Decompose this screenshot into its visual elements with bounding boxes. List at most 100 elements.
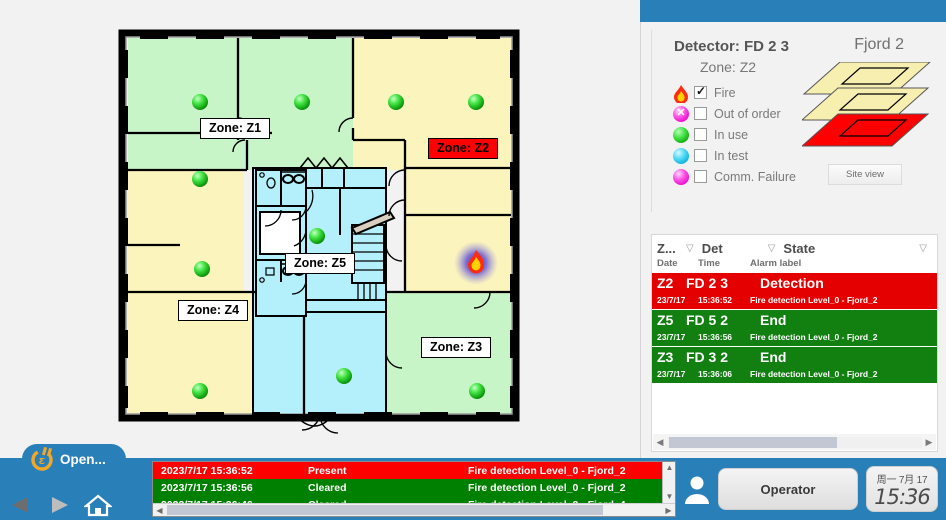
svg-text:Ƹ: Ƹ [39, 457, 45, 466]
zone-label-z5[interactable]: Zone: Z5 [285, 253, 356, 274]
table-row[interactable]: Z5 FD 5 2 End 23/7/17 15:36:56 Fire dete… [652, 310, 937, 346]
app-logo-icon: Ƹ [30, 446, 56, 474]
site-view-button[interactable]: Site view [828, 164, 902, 185]
legend-row-fire[interactable]: Fire [670, 82, 796, 104]
row-time: 15:36:56 [698, 332, 733, 342]
row-zone: Z5 [657, 312, 674, 328]
bottom-bar: Ƹ Open... 2023/7/17 15:36:52 Present Fir… [0, 444, 946, 520]
detector-fire-alarm[interactable] [454, 241, 498, 285]
scroll-left-icon[interactable]: ◀ [153, 506, 166, 515]
row-state: End [760, 349, 787, 365]
scroll-up-icon[interactable]: ▲ [663, 462, 675, 474]
legend-row-out-of-order[interactable]: Out of order [670, 103, 796, 124]
open-button[interactable]: Ƹ Open... [22, 444, 126, 474]
detector-in-use [294, 94, 310, 110]
col-header-date: Date [657, 257, 678, 269]
scroll-track[interactable] [667, 436, 922, 448]
log-state: Cleared [308, 481, 347, 494]
col-header-alarm-label: Alarm label [750, 257, 802, 269]
right-panel: Detector: FD 2 3 Zone: Z2 Fjord 2 ✓ Fire… [640, 22, 946, 458]
legend-row-in-use[interactable]: In use [670, 124, 796, 145]
back-arrow-icon[interactable] [8, 494, 34, 520]
open-button-label: Open... [60, 451, 106, 467]
col-header-time: Time [698, 257, 721, 269]
row-state: Detection [760, 275, 824, 291]
forward-arrow-icon[interactable] [46, 494, 72, 520]
home-icon[interactable] [82, 493, 114, 520]
row-time: 15:36:06 [698, 369, 733, 379]
log-datetime: 2023/7/17 15:36:52 [161, 464, 253, 477]
col-header-det[interactable]: Det [694, 241, 768, 256]
legend-label-comm-failure: Comm. Failure [714, 169, 796, 184]
in-test-checkbox[interactable] [694, 149, 707, 162]
log-label: Fire detection Level_0 - Fjord_2 [468, 481, 626, 494]
clock-widget[interactable]: 周一 7月 17 15:36 [866, 466, 938, 512]
legend-row-comm-failure[interactable]: Comm. Failure [670, 166, 796, 187]
col-header-state[interactable]: State [775, 241, 919, 256]
row-date: 23/7/17 [657, 369, 686, 379]
row-det: FD 5 2 [686, 312, 729, 328]
row-alarm-label: Fire detection Level_0 - Fjord_2 [750, 369, 878, 379]
floorplan-panel[interactable]: Zone: Z1 Zone: Z2 Zone: Z5 Zone: Z4 Zone… [0, 0, 640, 436]
table-row[interactable]: Z2 FD 2 3 Detection 23/7/17 15:36:52 Fir… [652, 273, 937, 309]
comm-failure-checkbox[interactable] [694, 170, 707, 183]
fire-checkbox[interactable] [694, 84, 707, 99]
x-circle-icon [670, 104, 692, 124]
row-date: 23/7/17 [657, 332, 686, 342]
detector-in-use [309, 228, 325, 244]
detector-in-use [469, 383, 485, 399]
filter-icon-zone[interactable]: ▽ [686, 243, 694, 254]
scroll-down-icon[interactable]: ▼ [663, 491, 675, 503]
clock-time: 15:36 [874, 485, 931, 509]
detector-in-use [468, 94, 484, 110]
log-vscrollbar[interactable]: ▲ ▼ [662, 462, 675, 503]
log-hscrollbar[interactable]: ◀ ▶ [153, 503, 675, 516]
zone-fills [128, 38, 511, 415]
cyan-sphere-icon [670, 146, 692, 166]
status-legend: Fire Out of order In use [670, 82, 796, 187]
detector-in-use [192, 171, 208, 187]
log-row[interactable]: 2023/7/17 15:36:56 Cleared Fire detectio… [153, 479, 675, 496]
zone-label-z2[interactable]: Zone: Z2 [428, 138, 499, 159]
floorplan-drawing[interactable] [0, 0, 640, 436]
row-time: 15:36:52 [698, 295, 733, 305]
row-alarm-label: Fire detection Level_0 - Fjord_2 [750, 332, 878, 342]
zone-label-z1[interactable]: Zone: Z1 [200, 118, 271, 139]
scroll-thumb[interactable] [167, 505, 604, 515]
detector-in-use [388, 94, 404, 110]
zone-label-z4[interactable]: Zone: Z4 [178, 300, 249, 321]
scroll-thumb[interactable] [669, 436, 838, 448]
in-use-checkbox[interactable] [694, 128, 707, 141]
log-datetime: 2023/7/17 15:36:56 [161, 481, 253, 494]
scroll-right-icon[interactable]: ▶ [662, 506, 675, 515]
zone-label-z3[interactable]: Zone: Z3 [421, 337, 492, 358]
event-table-body[interactable]: Z2 FD 2 3 Detection 23/7/17 15:36:52 Fir… [652, 273, 937, 433]
filter-icon-det[interactable]: ▽ [768, 243, 776, 254]
scroll-left-icon[interactable]: ◀ [653, 437, 667, 448]
person-icon[interactable] [682, 474, 712, 511]
magenta-sphere-icon [670, 167, 692, 187]
scroll-right-icon[interactable]: ▶ [922, 437, 936, 448]
legend-row-in-test[interactable]: In test [670, 145, 796, 166]
row-alarm-label: Fire detection Level_0 - Fjord_2 [750, 295, 878, 305]
table-row[interactable]: Z3 FD 3 2 End 23/7/17 15:36:06 Fire dete… [652, 347, 937, 383]
event-table[interactable]: Z... ▽ Det ▽ State ▽ Date Time Alarm lab… [651, 234, 938, 452]
col-header-zone[interactable]: Z... [652, 241, 686, 256]
floor-stack-diagram[interactable] [800, 61, 932, 157]
log-state: Present [308, 464, 347, 477]
detector-in-use [194, 261, 210, 277]
clock-date: 周一 7月 17 [876, 475, 928, 486]
out-of-order-checkbox[interactable] [694, 107, 707, 120]
operator-button[interactable]: Operator [718, 468, 858, 510]
scroll-track[interactable] [166, 505, 662, 515]
legend-label-fire: Fire [714, 85, 736, 100]
legend-label-out-of-order: Out of order [714, 106, 781, 121]
event-log-panel[interactable]: 2023/7/17 15:36:52 Present Fire detectio… [152, 461, 676, 517]
event-table-header: Z... ▽ Det ▽ State ▽ Date Time Alarm lab… [652, 235, 937, 271]
legend-label-in-use: In use [714, 127, 749, 142]
filter-icon-state[interactable]: ▽ [919, 243, 937, 254]
row-det: FD 2 3 [686, 275, 729, 291]
log-row[interactable]: 2023/7/17 15:36:52 Present Fire detectio… [153, 462, 675, 479]
application-root: Business applications [0, 0, 946, 520]
event-table-hscrollbar[interactable]: ◀ ▶ [653, 434, 936, 450]
